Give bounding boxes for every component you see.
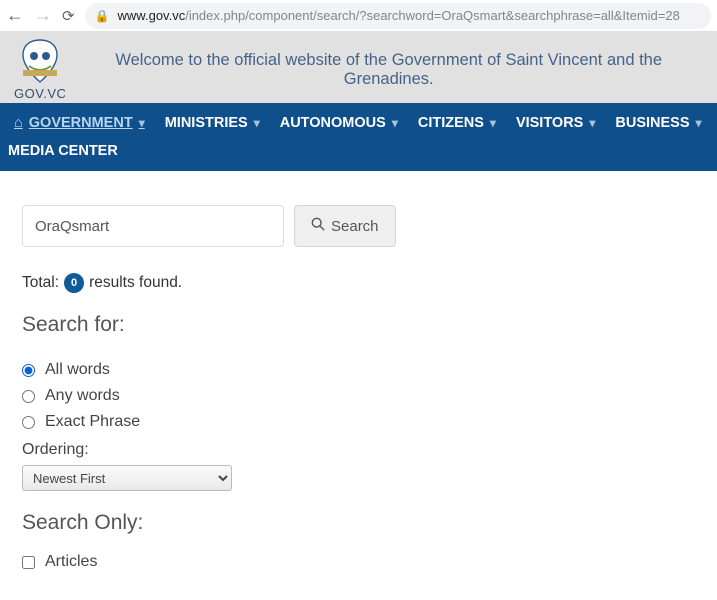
- nav-label: VISITORS: [516, 115, 583, 131]
- nav-label: AUTONOMOUS: [280, 115, 386, 131]
- chevron-down-icon: ▾: [490, 116, 496, 130]
- browser-toolbar: ← → ⟳ 🔒 www.gov.vc/index.php/component/s…: [0, 0, 717, 32]
- radio-input[interactable]: [22, 364, 35, 377]
- search-button-label: Search: [331, 218, 379, 235]
- main-nav: ⌂ GOVERNMENT ▾ MINISTRIES ▾ AUTONOMOUS ▾ C…: [0, 103, 717, 171]
- chevron-down-icon: ▾: [392, 116, 398, 130]
- nav-media-center[interactable]: MEDIA CENTER: [4, 137, 128, 165]
- checkbox-input[interactable]: [22, 556, 35, 569]
- search-for-heading: Search for:: [22, 313, 695, 337]
- chevron-down-icon: ▾: [254, 116, 260, 130]
- phrase-radios: All words Any words Exact Phrase: [22, 361, 695, 431]
- nav-label: MINISTRIES: [165, 115, 248, 131]
- lock-icon: 🔒: [95, 9, 110, 23]
- radio-label: Exact Phrase: [45, 413, 140, 431]
- radio-all-words[interactable]: All words: [22, 361, 695, 379]
- nav-label: GOVERNMENT: [29, 115, 133, 131]
- radio-label: All words: [45, 361, 110, 379]
- url-path: /index.php/component/search/?searchword=…: [185, 8, 680, 23]
- site-logo-block[interactable]: GOV.VC: [14, 38, 66, 101]
- checkbox-label: Articles: [45, 553, 97, 571]
- search-row: Search: [22, 205, 695, 247]
- total-pre: Total:: [22, 274, 59, 292]
- forward-button[interactable]: →: [34, 5, 52, 26]
- welcome-text: Welcome to the official website of the G…: [80, 51, 707, 89]
- nav-label: BUSINESS: [615, 115, 689, 131]
- ordering-select[interactable]: Newest First: [22, 465, 232, 491]
- site-header: GOV.VC Welcome to the official website o…: [0, 32, 717, 103]
- nav-label: MEDIA CENTER: [8, 143, 118, 159]
- checkbox-articles[interactable]: Articles: [22, 553, 695, 571]
- nav-label: CITIZENS: [418, 115, 484, 131]
- address-bar[interactable]: 🔒 www.gov.vc/index.php/component/search/…: [85, 3, 711, 29]
- content-area: Search Total: 0 results found. Search fo…: [0, 171, 717, 591]
- radio-input[interactable]: [22, 416, 35, 429]
- search-input[interactable]: [22, 205, 284, 247]
- search-button[interactable]: Search: [294, 205, 396, 247]
- back-button[interactable]: ←: [6, 5, 24, 26]
- total-count-badge: 0: [64, 273, 84, 293]
- coat-of-arms-icon: [15, 38, 65, 84]
- reload-button[interactable]: ⟳: [62, 7, 75, 25]
- radio-exact-phrase[interactable]: Exact Phrase: [22, 413, 695, 431]
- total-post: results found.: [89, 274, 182, 292]
- radio-input[interactable]: [22, 390, 35, 403]
- search-icon: [311, 217, 325, 235]
- nav-visitors[interactable]: VISITORS ▾: [506, 109, 605, 137]
- radio-any-words[interactable]: Any words: [22, 387, 695, 405]
- search-only-heading: Search Only:: [22, 511, 695, 535]
- nav-business[interactable]: BUSINESS ▾: [605, 109, 711, 137]
- nav-autonomous[interactable]: AUTONOMOUS ▾: [270, 109, 408, 137]
- nav-citizens[interactable]: CITIZENS ▾: [408, 109, 506, 137]
- url-host: www.gov.vc: [118, 8, 186, 23]
- site-name: GOV.VC: [14, 86, 66, 101]
- chevron-down-icon: ▾: [139, 116, 145, 130]
- chevron-down-icon: ▾: [696, 116, 702, 130]
- nav-ministries[interactable]: MINISTRIES ▾: [155, 109, 270, 137]
- ordering-label: Ordering:: [22, 441, 695, 459]
- home-icon: ⌂: [14, 115, 23, 131]
- results-total: Total: 0 results found.: [22, 273, 695, 293]
- nav-government[interactable]: ⌂ GOVERNMENT ▾: [4, 109, 155, 137]
- radio-label: Any words: [45, 387, 120, 405]
- chevron-down-icon: ▾: [589, 116, 595, 130]
